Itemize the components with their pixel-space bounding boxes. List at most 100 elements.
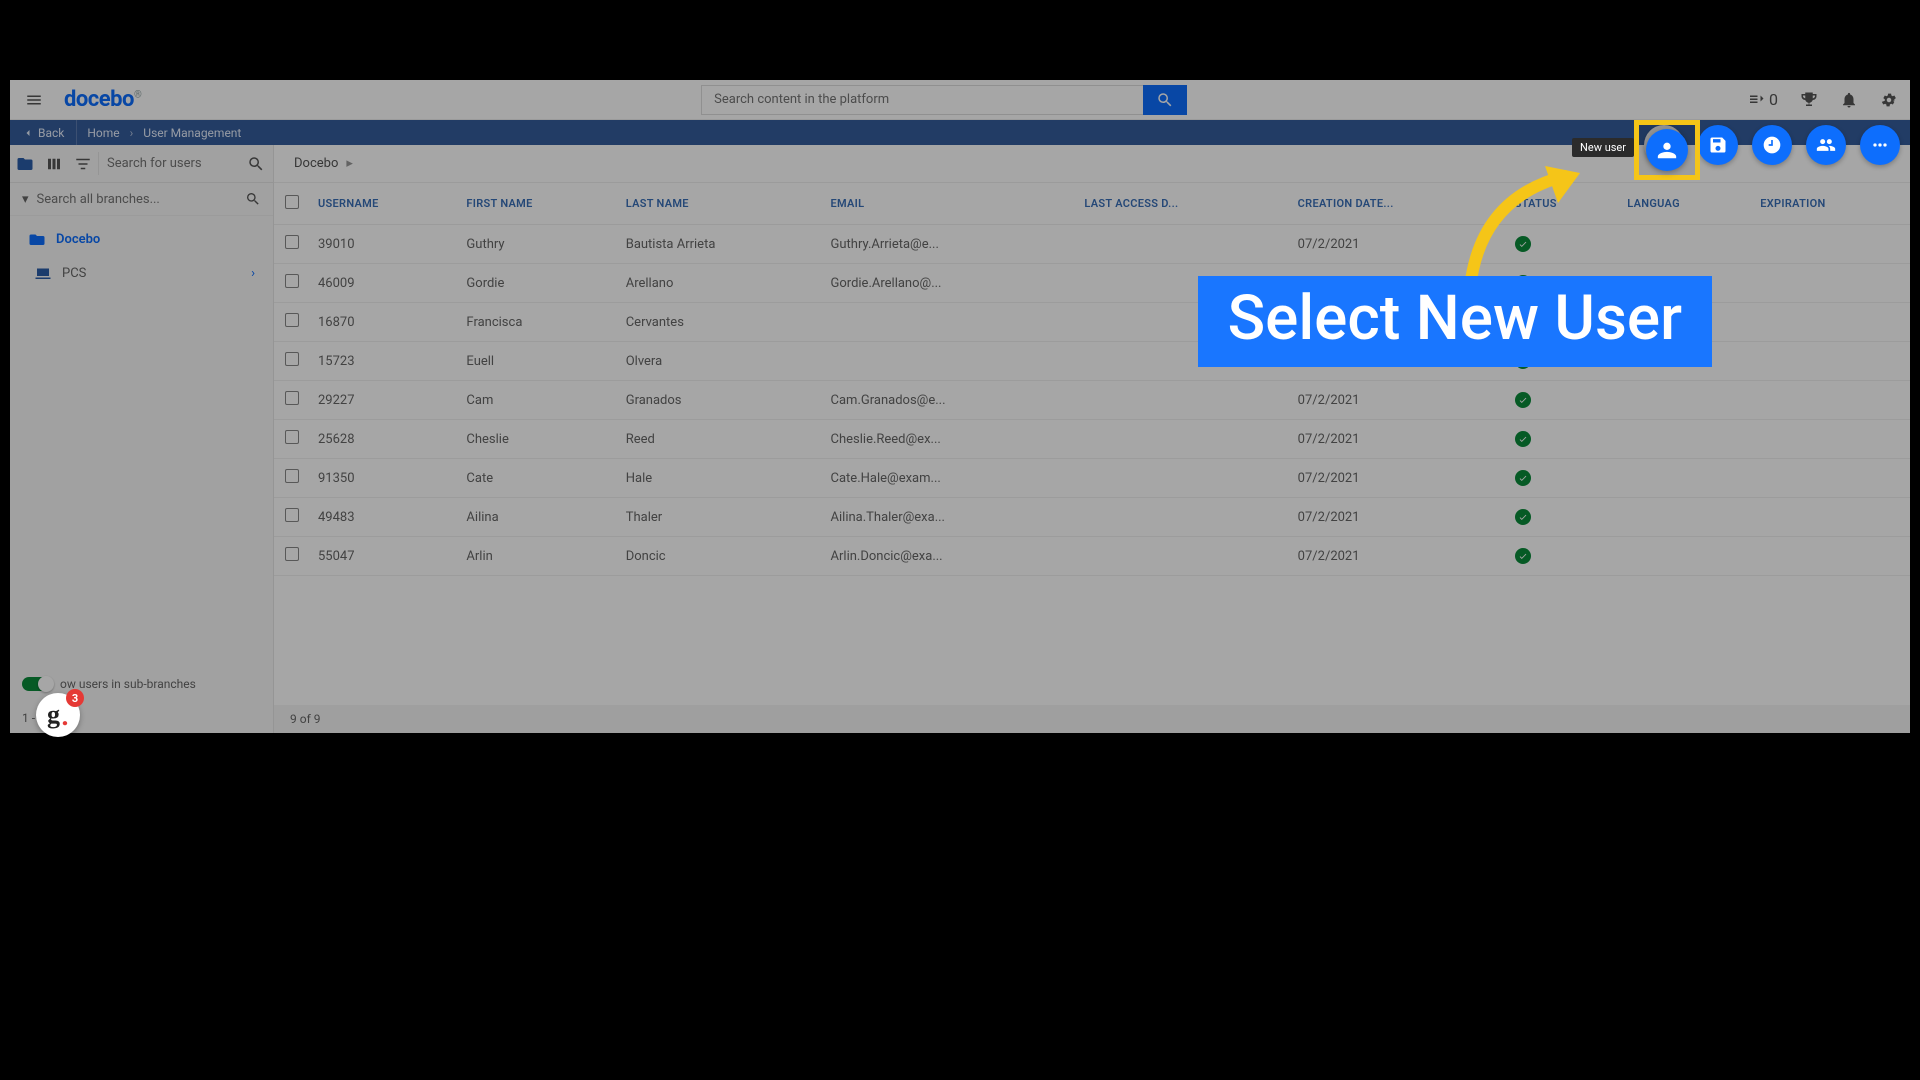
row-checkbox[interactable] — [285, 352, 299, 366]
cell-status — [1507, 381, 1620, 420]
table-row[interactable]: 25628CheslieReedCheslie.Reed@ex...07/2/2… — [274, 420, 1910, 459]
cell-last-access — [1076, 381, 1289, 420]
tree-child-pcs[interactable]: PCS › — [24, 256, 265, 290]
cell-username: 16870 — [310, 303, 458, 342]
folder-open-icon — [28, 230, 46, 248]
cell-last: Thaler — [618, 498, 823, 537]
cell-username: 46009 — [310, 264, 458, 303]
cell-status — [1507, 420, 1620, 459]
col-email[interactable]: EMAIL — [823, 183, 1077, 225]
cell-email: Cam.Granados@e... — [823, 381, 1077, 420]
gear-icon[interactable] — [1880, 91, 1898, 109]
new-user-highlight — [1634, 120, 1700, 180]
col-language[interactable]: LANGUAG — [1619, 183, 1752, 225]
sub-branches-toggle[interactable]: ow users in sub-branches — [22, 677, 196, 691]
search-icon[interactable] — [245, 191, 261, 207]
cell-expiration — [1752, 459, 1910, 498]
cell-username: 29227 — [310, 381, 458, 420]
search-users-input[interactable] — [107, 156, 247, 171]
cell-expiration — [1752, 498, 1910, 537]
cell-status — [1507, 459, 1620, 498]
menu-icon[interactable] — [22, 88, 46, 112]
cell-last-access — [1076, 420, 1289, 459]
row-checkbox[interactable] — [285, 430, 299, 444]
cell-last: Hale — [618, 459, 823, 498]
cell-last: Granados — [618, 381, 823, 420]
table-row[interactable]: 49483AilinaThalerAilina.Thaler@exa...07/… — [274, 498, 1910, 537]
cell-email: Ailina.Thaler@exa... — [823, 498, 1077, 537]
search-branches-input[interactable] — [37, 192, 245, 207]
trophy-icon[interactable] — [1800, 91, 1818, 109]
cell-username: 55047 — [310, 537, 458, 576]
row-checkbox[interactable] — [285, 274, 299, 288]
col-first-name[interactable]: FIRST NAME — [458, 183, 617, 225]
cell-last: Cervantes — [618, 303, 823, 342]
cell-last-access — [1076, 459, 1289, 498]
cell-lang — [1619, 537, 1752, 576]
col-last-name[interactable]: LAST NAME — [618, 183, 823, 225]
cell-first: Euell — [458, 342, 617, 381]
global-search-input[interactable] — [701, 85, 1143, 115]
cell-lang — [1619, 381, 1752, 420]
cell-username: 25628 — [310, 420, 458, 459]
cell-last: Doncic — [618, 537, 823, 576]
table-row[interactable]: 29227CamGranadosCam.Granados@e...07/2/20… — [274, 381, 1910, 420]
cell-email — [823, 303, 1077, 342]
filter-icon[interactable] — [69, 145, 98, 183]
more-fab[interactable] — [1860, 125, 1900, 165]
table-row[interactable]: 55047ArlinDoncicArlin.Doncic@exa...07/2/… — [274, 537, 1910, 576]
queue-icon[interactable]: 0 — [1747, 90, 1778, 109]
cell-expiration — [1752, 225, 1910, 264]
bell-icon[interactable] — [1840, 91, 1858, 109]
folder-view-icon[interactable] — [10, 145, 39, 183]
cell-email: Cate.Hale@exam... — [823, 459, 1077, 498]
toggle-pill[interactable] — [22, 677, 52, 691]
toggle-label: ow users in sub-branches — [60, 677, 196, 691]
main-crumb-root[interactable]: Docebo — [294, 156, 338, 171]
row-checkbox[interactable] — [285, 391, 299, 405]
status-active-icon — [1515, 470, 1531, 486]
row-checkbox[interactable] — [285, 313, 299, 327]
clock-fab[interactable] — [1752, 125, 1792, 165]
cell-creation: 07/2/2021 — [1290, 420, 1507, 459]
row-checkbox[interactable] — [285, 235, 299, 249]
save-fab[interactable] — [1698, 125, 1738, 165]
status-active-icon — [1515, 509, 1531, 525]
cell-last: Bautista Arrieta — [618, 225, 823, 264]
cell-expiration — [1752, 342, 1910, 381]
row-checkbox[interactable] — [285, 547, 299, 561]
cell-lang — [1619, 420, 1752, 459]
cell-first: Guthry — [458, 225, 617, 264]
chevron-right-icon: › — [251, 266, 255, 281]
col-last-access[interactable]: LAST ACCESS D... — [1076, 183, 1289, 225]
g-badge[interactable]: g. 3 — [36, 693, 80, 737]
chevron-right-icon: ▸ — [346, 156, 353, 171]
tree-root-docebo[interactable]: Docebo — [18, 222, 265, 256]
col-expiration[interactable]: EXPIRATION — [1752, 183, 1910, 225]
cell-last-access — [1076, 537, 1289, 576]
row-checkbox[interactable] — [285, 508, 299, 522]
cell-creation: 07/2/2021 — [1290, 381, 1507, 420]
col-username[interactable]: USERNAME — [310, 183, 458, 225]
cell-last: Olvera — [618, 342, 823, 381]
cell-username: 15723 — [310, 342, 458, 381]
columns-view-icon[interactable] — [39, 145, 68, 183]
callout-label: Select New User — [1198, 276, 1712, 367]
row-checkbox[interactable] — [285, 469, 299, 483]
search-icon[interactable] — [247, 155, 265, 173]
global-search-button[interactable] — [1143, 85, 1187, 115]
caret-down-icon[interactable]: ▾ — [22, 192, 29, 207]
cell-status — [1507, 498, 1620, 537]
users-fab[interactable] — [1806, 125, 1846, 165]
table-row[interactable]: 39010GuthryBautista ArrietaGuthry.Arriet… — [274, 225, 1910, 264]
back-button[interactable]: Back — [10, 120, 77, 145]
crumb-home[interactable]: Home — [77, 126, 129, 140]
new-user-button[interactable] — [1646, 129, 1688, 171]
cell-expiration — [1752, 537, 1910, 576]
laptop-icon — [34, 264, 52, 282]
cell-creation: 07/2/2021 — [1290, 498, 1507, 537]
crumb-current[interactable]: User Management — [133, 126, 251, 140]
select-all-checkbox[interactable] — [285, 195, 299, 209]
table-row[interactable]: 91350CateHaleCate.Hale@exam...07/2/2021 — [274, 459, 1910, 498]
cell-username: 49483 — [310, 498, 458, 537]
